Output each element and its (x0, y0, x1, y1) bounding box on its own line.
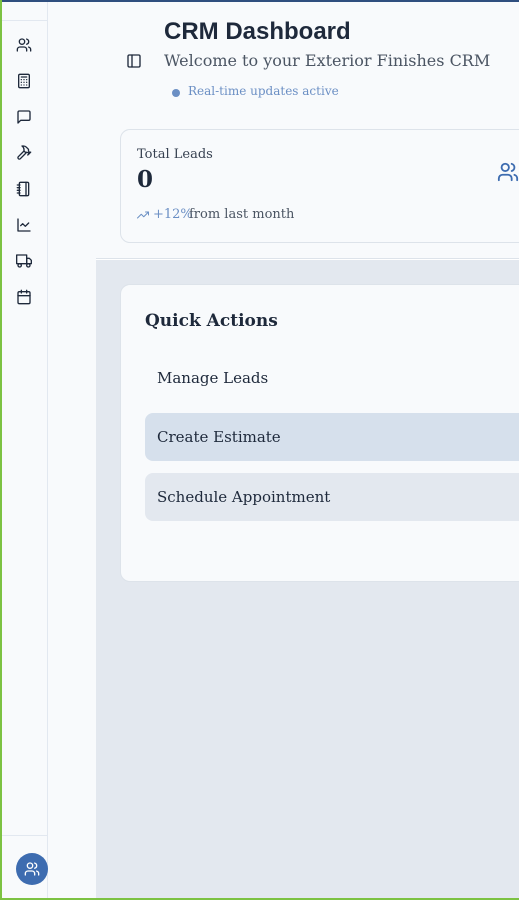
stat-label: Total Leads (137, 147, 213, 162)
schedule-appointment-button[interactable]: Schedule Appointment (145, 473, 519, 521)
users-icon (16, 38, 32, 52)
stat-trend-label: from last month (189, 207, 295, 222)
trending-up-icon (137, 211, 149, 219)
stat-trend-value: +12% (153, 207, 193, 222)
quick-actions-title: Quick Actions (145, 311, 278, 331)
sidebar-gutter (48, 2, 96, 898)
sidebar-item-reports[interactable] (14, 215, 34, 235)
create-estimate-button[interactable]: Create Estimate (145, 413, 519, 461)
users-icon (24, 862, 40, 876)
message-icon (17, 110, 31, 124)
sidebar-item-leads[interactable] (14, 35, 34, 55)
sidebar-item-notes[interactable] (14, 179, 34, 199)
sidebar (2, 2, 48, 898)
page-title: CRM Dashboard (164, 18, 351, 45)
calendar-icon (17, 289, 31, 305)
sidebar-item-messages[interactable] (14, 107, 34, 127)
sidebar-item-calendar[interactable] (14, 287, 34, 307)
calculator-icon (18, 73, 30, 89)
truck-icon (16, 254, 32, 268)
panel-left-icon (127, 54, 141, 68)
status-indicator-dot (172, 89, 180, 97)
sidebar-item-projects[interactable] (14, 143, 34, 163)
status-text: Real-time updates active (188, 84, 339, 98)
sidebar-item-deliveries[interactable] (14, 251, 34, 271)
sidebar-item-estimates[interactable] (14, 71, 34, 91)
page-subtitle: Welcome to your Exterior Finishes CRM (164, 51, 491, 70)
stat-value: 0 (137, 166, 154, 193)
sidebar-toggle-button[interactable] (124, 51, 144, 71)
line-chart-icon (17, 218, 31, 232)
notebook-icon (16, 181, 30, 197)
users-icon (497, 162, 519, 182)
sidebar-divider (2, 20, 47, 21)
avatar[interactable] (16, 853, 48, 885)
hammer-icon (17, 145, 32, 160)
manage-leads-button[interactable]: Manage Leads (145, 354, 519, 402)
sidebar-divider (2, 835, 47, 836)
